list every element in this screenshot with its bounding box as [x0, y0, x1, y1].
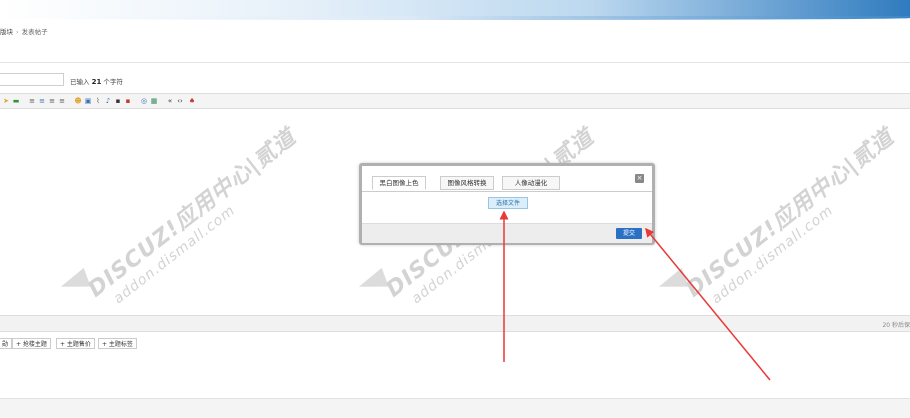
image-icon[interactable]: ▣ [84, 97, 92, 105]
code-icon[interactable]: ‹› [176, 97, 184, 105]
footer-band [0, 398, 910, 418]
tab-label: 图像风格转换 [447, 179, 487, 187]
tab-style-transfer[interactable]: 图像风格转换 [440, 176, 494, 190]
hide-icon[interactable]: ♠ [188, 97, 196, 105]
tab-colorize[interactable]: 黑白图像上色 [372, 176, 426, 190]
divider [0, 62, 910, 63]
editor-toolbar: ➤ ▬ ≡ ≡ ≡ ≡ ☻ ▣ ⌇ ♪ ▪ ▪ ◎ ▦ «‹› ♠ [0, 93, 910, 109]
tab-divider [362, 191, 652, 192]
bold-icon[interactable]: ➤ [2, 97, 10, 105]
char-count-value: 21 [91, 78, 102, 86]
option-label: + 抢楼主题 [16, 341, 47, 348]
flash-icon[interactable]: ▪ [124, 97, 132, 105]
breadcrumb-current: 发表帖子 [21, 28, 48, 36]
char-count-prefix: 已输入 [70, 78, 90, 86]
quote-icon[interactable]: « [166, 97, 174, 105]
align-right-icon[interactable]: ≡ [48, 97, 56, 105]
option-thread-tags[interactable]: + 主题标签 [98, 338, 137, 349]
align-justify-icon[interactable]: ≡ [58, 97, 66, 105]
table-icon[interactable]: ▦ [150, 97, 158, 105]
close-icon[interactable]: × [635, 174, 644, 183]
attachment-icon[interactable]: ⌇ [94, 97, 102, 105]
option-label: 勋 [2, 341, 9, 348]
align-center-icon[interactable]: ≡ [38, 97, 46, 105]
tab-label: 人像动漫化 [514, 179, 548, 187]
editor-status-bar: 20 秒后保 [0, 315, 910, 332]
color-icon[interactable]: ▬ [12, 97, 20, 105]
option-label: + 主题标签 [102, 341, 133, 348]
choose-file-button[interactable]: 选择文件 [488, 197, 528, 209]
option-button[interactable]: 勋 [0, 338, 13, 349]
subject-input[interactable] [0, 73, 64, 86]
option-rush-thread[interactable]: + 抢楼主题 [12, 338, 51, 349]
breadcrumb: 版块 › 发表帖子 [0, 26, 48, 36]
breadcrumb-separator: › [16, 28, 19, 36]
smiley-icon[interactable]: ☻ [74, 97, 82, 105]
dialog-footer: 提交 [362, 223, 652, 243]
header-banner [0, 0, 910, 20]
music-icon[interactable]: ♪ [104, 97, 112, 105]
breadcrumb-forum-link[interactable]: 版块 [0, 28, 13, 36]
char-count-suffix: 个字符 [103, 78, 123, 86]
autosave-text: 20 秒后保 [882, 322, 910, 329]
align-left-icon[interactable]: ≡ [28, 97, 36, 105]
option-thread-price[interactable]: + 主题售价 [56, 338, 95, 349]
submit-button[interactable]: 提交 [616, 228, 642, 239]
option-label: + 主题售价 [60, 341, 91, 348]
image-process-dialog: 黑白图像上色 图像风格转换 人像动漫化 × 选择文件 提交 [359, 163, 655, 245]
at-icon[interactable]: ◎ [140, 97, 148, 105]
tab-anime[interactable]: 人像动漫化 [502, 176, 560, 190]
tab-label: 黑白图像上色 [379, 179, 419, 187]
char-count: 已输入 21 个字符 [70, 76, 123, 86]
video-icon[interactable]: ▪ [114, 97, 122, 105]
